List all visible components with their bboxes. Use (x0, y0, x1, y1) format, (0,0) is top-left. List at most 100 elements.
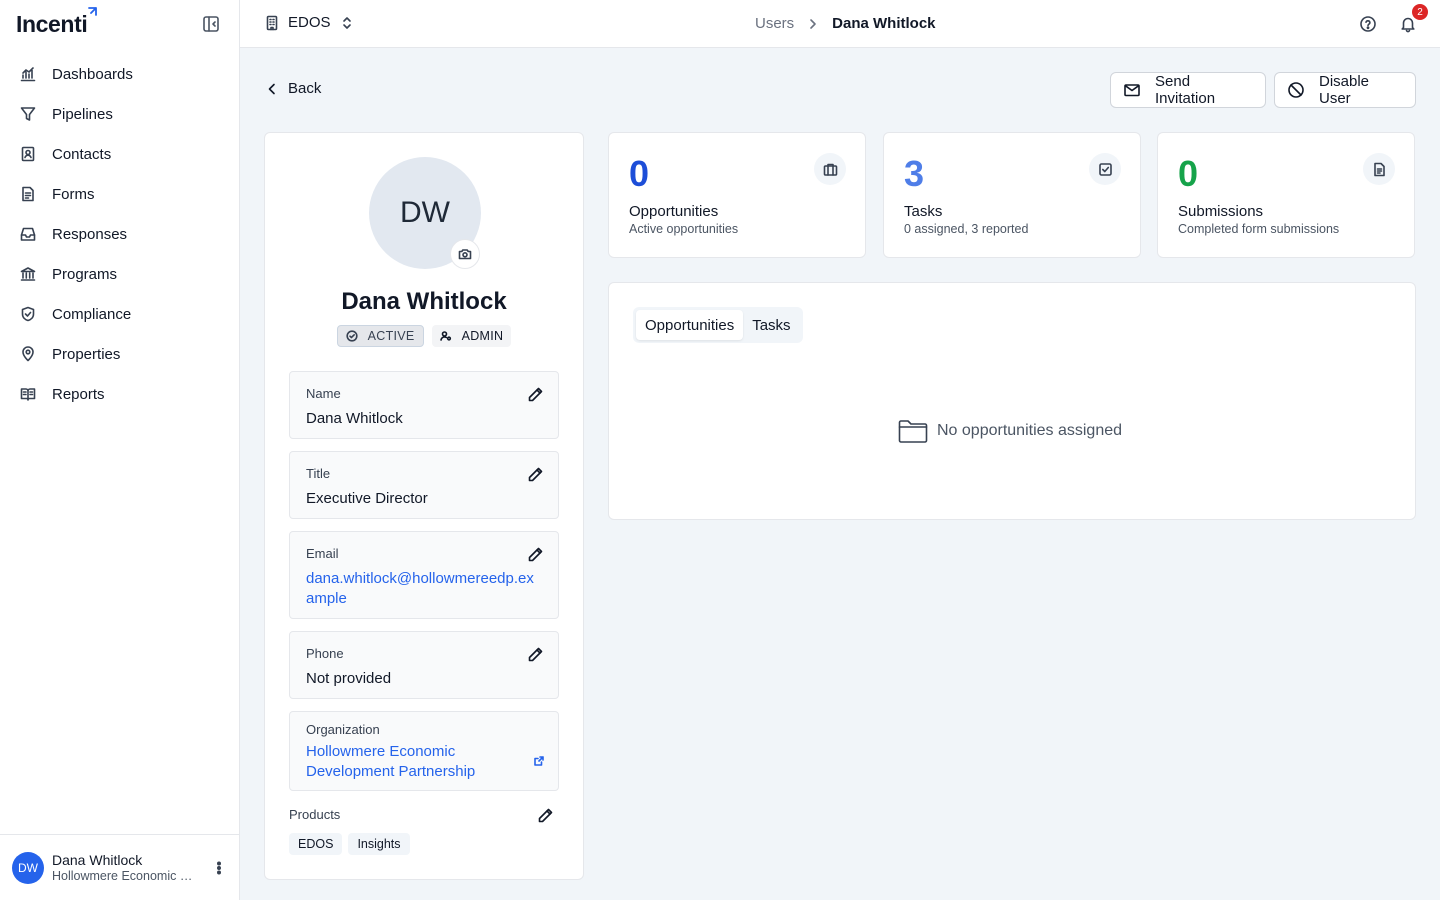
sidebar-item-programs[interactable]: Programs (0, 254, 239, 294)
collapse-sidebar-icon[interactable] (202, 15, 220, 33)
sidebar-item-contacts[interactable]: Contacts (0, 134, 239, 174)
stat-value: 0 (629, 153, 650, 194)
topbar: EDOS Users Dana Whitlock 2 (240, 0, 1440, 48)
disable-user-button[interactable]: Disable User (1274, 72, 1416, 108)
tab-opportunities[interactable]: Opportunities (636, 310, 744, 340)
document-icon (1372, 162, 1387, 177)
field-label: Email (306, 546, 339, 561)
chart-icon (20, 66, 36, 82)
shield-icon (20, 306, 36, 322)
book-icon (20, 386, 36, 402)
tab-tasks[interactable]: Tasks (743, 310, 799, 340)
sidebar-item-responses[interactable]: Responses (0, 214, 239, 254)
user-meta: Dana Whitlock Hollowmere Economic Develo… (52, 852, 197, 884)
sidebar-item-pipelines[interactable]: Pipelines (0, 94, 239, 134)
form-icon (20, 186, 36, 202)
field-label: Title (306, 466, 331, 481)
back-label: Back (288, 80, 322, 97)
notification-badge: 2 (1412, 4, 1428, 20)
stat-icon-wrap (814, 153, 846, 185)
profile-card: DW Dana Whitlock ACTIVE ADMIN Name Dana … (264, 132, 584, 880)
field-label: Phone (306, 646, 344, 661)
sidebar-item-compliance[interactable]: Compliance (0, 294, 239, 334)
check-circle-icon (346, 330, 358, 342)
current-user[interactable]: DW Dana Whitlock Hollowmere Economic Dev… (0, 834, 239, 900)
field-label: Organization (306, 722, 380, 737)
stat-value: 3 (904, 153, 925, 194)
briefcase-icon (823, 162, 838, 177)
chevron-left-icon (264, 81, 280, 97)
field-label: Name (306, 386, 341, 401)
bank-icon (20, 266, 36, 282)
status-badge: ACTIVE (336, 325, 424, 347)
profile-badges: ACTIVE ADMIN (265, 325, 583, 347)
organization-field: Organization Hollowmere Economic Develop… (289, 711, 559, 791)
sidebar-item-label: Compliance (52, 305, 132, 323)
stat-icon-wrap (1363, 153, 1395, 185)
checkbox-icon (1098, 162, 1113, 177)
app-logo[interactable]: Incenti (16, 6, 98, 38)
profile-name: Dana Whitlock (341, 288, 507, 315)
sidebar-item-forms[interactable]: Forms (0, 174, 239, 214)
pencil-icon[interactable] (527, 466, 544, 483)
field-value: Executive Director (306, 490, 428, 507)
external-link-icon[interactable] (534, 756, 544, 766)
avatar: DW (12, 851, 44, 884)
help-icon[interactable] (1359, 15, 1377, 33)
chevron-right-icon (806, 17, 820, 31)
tab-list: Opportunities Tasks (633, 307, 803, 343)
empty-state: No opportunities assigned (897, 415, 1122, 447)
product-chip: Insights (348, 833, 410, 855)
user-organization: Hollowmere Economic Development Partners… (52, 868, 197, 883)
activity-panel: Opportunities Tasks No opportunities ass… (608, 282, 1416, 520)
more-vertical-icon[interactable] (211, 860, 227, 876)
breadcrumb: Users Dana Whitlock (755, 15, 936, 32)
pencil-icon[interactable] (527, 646, 544, 663)
stat-value: 0 (1178, 153, 1199, 194)
sidebar-item-label: Dashboards (52, 65, 133, 83)
ban-icon (1287, 81, 1305, 99)
app-logo-text: Incenti (16, 10, 88, 37)
sidebar: Incenti Dashboards Pipelines Contacts Fo… (0, 0, 240, 900)
sidebar-item-dashboards[interactable]: Dashboards (0, 54, 239, 94)
building-icon (264, 15, 280, 31)
stat-icon-wrap (1089, 153, 1121, 185)
stat-card-tasks: 3 Tasks 0 assigned, 3 reported (883, 132, 1141, 258)
empty-state-message: No opportunities assigned (937, 422, 1123, 439)
stat-card-opportunities: 0 Opportunities Active opportunities (608, 132, 866, 258)
pencil-icon[interactable] (527, 546, 544, 563)
sidebar-item-label: Programs (52, 265, 118, 283)
stat-label: Submissions (1178, 203, 1264, 220)
change-photo-button[interactable] (450, 239, 480, 269)
email-link[interactable]: dana.whitlock@hollowmereedp.example (306, 569, 542, 609)
title-field: Title Executive Director (289, 451, 559, 519)
sidebar-item-reports[interactable]: Reports (0, 374, 239, 414)
breadcrumb-users[interactable]: Users (755, 15, 794, 32)
map-pin-icon (20, 346, 36, 362)
sidebar-item-properties[interactable]: Properties (0, 334, 239, 374)
sidebar-item-label: Forms (52, 185, 95, 203)
camera-icon (458, 247, 472, 261)
breadcrumb-current: Dana Whitlock (832, 15, 936, 32)
product-chip: EDOS (289, 833, 343, 855)
email-field: Email dana.whitlock@hollowmereedp.exampl… (289, 531, 559, 619)
send-invitation-button[interactable]: Send Invitation (1110, 72, 1266, 108)
chevron-up-down-icon (339, 15, 355, 31)
sidebar-item-label: Contacts (52, 145, 112, 163)
logo-arrow-icon (87, 6, 98, 17)
workspace-switcher[interactable]: EDOS (264, 14, 355, 31)
stat-subtext: Active opportunities (629, 222, 739, 236)
name-field: Name Dana Whitlock (289, 371, 559, 439)
organization-link[interactable]: Hollowmere Economic Development Partners… (306, 742, 542, 782)
stat-subtext: 0 assigned, 3 reported (904, 222, 1029, 236)
sidebar-nav: Dashboards Pipelines Contacts Forms Resp… (0, 54, 239, 414)
user-name: Dana Whitlock (52, 851, 143, 868)
field-value: Not provided (306, 670, 392, 687)
pencil-icon[interactable] (537, 807, 554, 824)
field-value: Dana Whitlock (306, 410, 403, 427)
role-badge-label: ADMIN (461, 329, 504, 343)
pencil-icon[interactable] (527, 386, 544, 403)
sidebar-item-label: Responses (52, 225, 128, 243)
sidebar-item-label: Properties (52, 345, 121, 363)
back-button[interactable]: Back (264, 80, 321, 97)
